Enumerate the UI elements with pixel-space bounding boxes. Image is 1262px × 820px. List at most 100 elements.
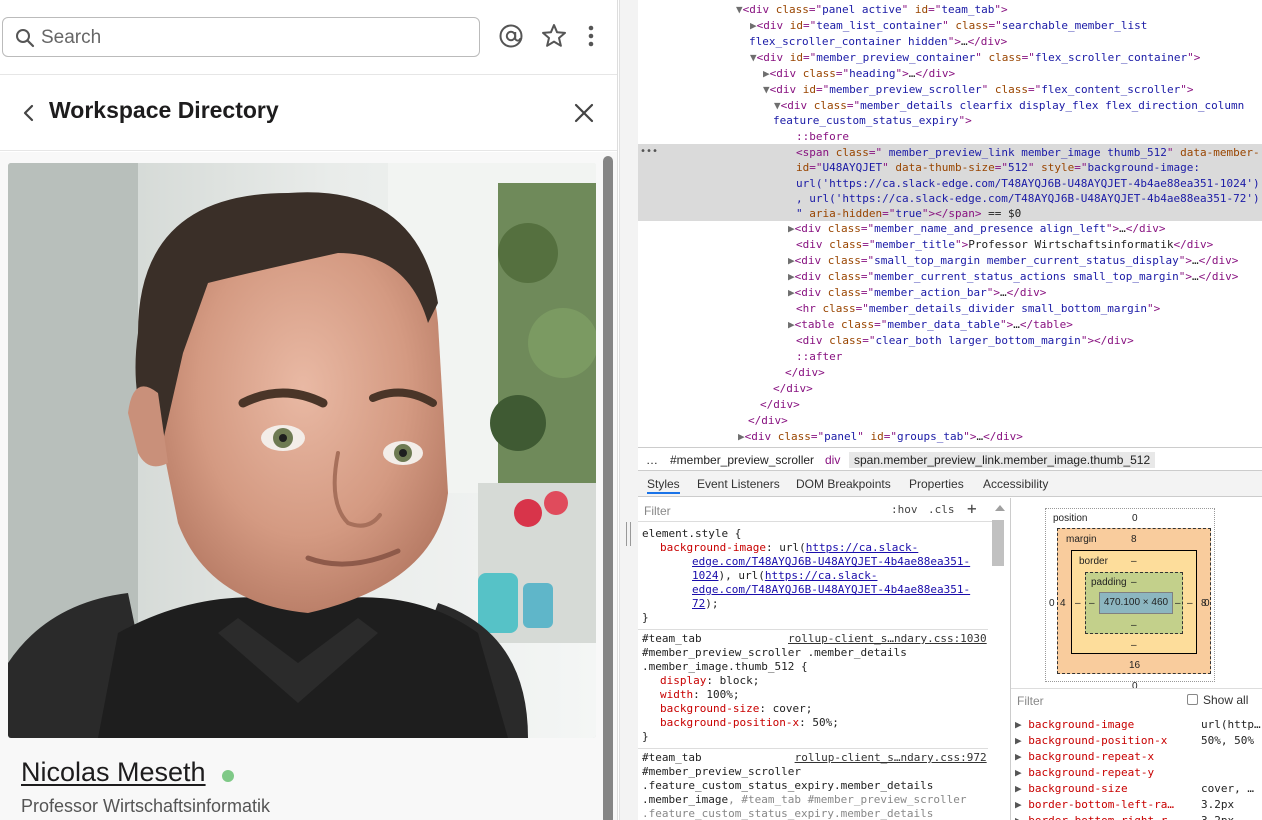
computed-property[interactable]: ▶ background-repeat-x: [1015, 749, 1261, 765]
dom-node-line[interactable]: id="U48AYQJET" data-thumb-size="512" sty…: [796, 160, 1200, 176]
back-chevron-icon[interactable]: [20, 103, 38, 123]
expand-triangle-icon[interactable]: ▶: [788, 270, 795, 283]
expand-triangle-icon[interactable]: ▶: [1015, 718, 1028, 731]
dom-node-line[interactable]: <hr class="member_details_divider small_…: [796, 301, 1160, 317]
dom-node-line[interactable]: feature_custom_status_expiry">: [773, 113, 972, 129]
splitter-grip[interactable]: [626, 522, 631, 546]
scrollbar-thumb[interactable]: [603, 156, 613, 820]
mentions-icon[interactable]: [497, 22, 525, 50]
tab-dom-breakpoints[interactable]: DOM Breakpoints: [796, 476, 891, 494]
dom-node-line[interactable]: ▶<div class="member_action_bar">…</div>: [788, 285, 1046, 301]
style-line: .feature_custom_status_expiry.member_det…: [642, 779, 934, 792]
star-icon[interactable]: [540, 22, 568, 50]
expand-triangle-icon[interactable]: ▶: [738, 430, 745, 443]
expand-triangle-icon[interactable]: ▶: [1015, 750, 1028, 763]
expand-triangle-icon[interactable]: ▶: [788, 254, 795, 267]
elements-dom-tree[interactable]: ••• ▼<div class="panel active" id="team_…: [638, 0, 1262, 446]
dom-node-line[interactable]: ▶<div class="member_name_and_presence al…: [788, 221, 1166, 237]
dom-node-line[interactable]: ▶<div class="heading">…</div>: [763, 66, 955, 82]
dom-node-line[interactable]: ▶<div class="member_current_status_actio…: [788, 269, 1238, 285]
dom-node-line[interactable]: ▶<div class="panel" id="groups_tab">…</d…: [738, 429, 1023, 445]
expand-triangle-icon[interactable]: ▶: [763, 67, 770, 80]
styles-filter-bar: :hov .cls +: [638, 498, 992, 522]
dom-node-line[interactable]: ▼<div id="member_preview_scroller" class…: [763, 82, 1194, 98]
styles-filter-input[interactable]: [644, 503, 874, 519]
dom-node-line[interactable]: url('https://ca.slack-edge.com/T48AYQJ6B…: [796, 176, 1260, 192]
tab-styles[interactable]: Styles: [647, 476, 680, 494]
expand-triangle-icon[interactable]: ▶: [1015, 734, 1028, 747]
computed-property[interactable]: ▶ border-bottom-right-r…3.2px: [1015, 813, 1261, 820]
dom-node-line[interactable]: <div class="clear_both larger_bottom_mar…: [796, 333, 1134, 349]
box-model-pane: 470.100 × 460 position 0 0 0 0 margin 8 …: [1010, 498, 1262, 820]
tab-properties[interactable]: Properties: [909, 476, 964, 494]
breadcrumb-ellipsis[interactable]: …: [646, 452, 658, 468]
dom-node-line[interactable]: , url('https://ca.slack-edge.com/T48AYQJ…: [796, 191, 1260, 207]
computed-property[interactable]: ▶ background-position-x 50%, 50%: [1015, 733, 1261, 749]
expand-triangle-icon[interactable]: ▶: [1015, 814, 1028, 820]
dom-node-line[interactable]: </div>: [748, 413, 788, 429]
dom-node-line[interactable]: ▶<table class="member_data_table">…</tab…: [788, 317, 1073, 333]
breadcrumb-div[interactable]: div: [825, 452, 840, 468]
expand-triangle-icon[interactable]: ▶: [1015, 782, 1028, 795]
dom-node-line[interactable]: </div>: [773, 381, 813, 397]
dom-node-line[interactable]: ::after: [796, 349, 842, 365]
close-icon[interactable]: [573, 102, 595, 124]
computed-property[interactable]: ▶ background-size cover, …: [1015, 781, 1261, 797]
show-all-checkbox[interactable]: [1187, 694, 1198, 705]
dom-node-line[interactable]: ▼<div class="panel active" id="team_tab"…: [736, 2, 1008, 18]
dom-node-line[interactable]: ::before: [796, 129, 849, 145]
dom-node-line[interactable]: <span class=" member_preview_link member…: [796, 145, 1260, 161]
padding-bottom-value: –: [1131, 620, 1137, 631]
expand-triangle-icon[interactable]: ▶: [788, 222, 795, 235]
member-name[interactable]: Nicolas Meseth: [21, 757, 206, 788]
computed-filter-input[interactable]: [1017, 693, 1167, 709]
expand-triangle-icon[interactable]: ▶: [1015, 766, 1028, 779]
style-line: #team_tab rollup-client_s…ndary.css:972: [642, 751, 987, 765]
computed-property[interactable]: ▶ border-bottom-left-ra… 3.2px: [1015, 797, 1261, 813]
dom-node-line[interactable]: </div>: [760, 397, 800, 413]
scroll-up-arrow-icon[interactable]: [995, 505, 1005, 511]
tab-event-listeners[interactable]: Event Listeners: [697, 476, 780, 494]
member-title: Professor Wirtschaftsinformatik: [21, 796, 271, 816]
stylesheet-source-link[interactable]: rollup-client_s…ndary.css:1030: [788, 632, 987, 646]
tab-accessibility[interactable]: Accessibility: [983, 476, 1048, 494]
search-input[interactable]: [41, 26, 461, 50]
node-actions-ellipsis[interactable]: •••: [640, 146, 658, 157]
breadcrumb-span-selected[interactable]: span.member_preview_link.member_image.th…: [849, 452, 1156, 468]
collapse-triangle-icon[interactable]: ▼: [736, 3, 743, 16]
computed-property[interactable]: ▶ background-image url(http…: [1015, 717, 1261, 733]
computed-property[interactable]: ▶ background-repeat-y: [1015, 765, 1261, 781]
member-preview-scroller[interactable]: Nicolas Meseth Professor Wirtschaftsinfo…: [0, 152, 617, 820]
devtools-splitter[interactable]: [619, 0, 638, 820]
search-bar[interactable]: [2, 17, 480, 57]
style-line: .member_image, #team_tab #member_preview…: [642, 793, 967, 806]
dom-node-line[interactable]: <div class="member_title">Professor Wirt…: [796, 237, 1213, 253]
expand-triangle-icon[interactable]: ▶: [788, 318, 795, 331]
dom-node-line[interactable]: ▼<div id="member_preview_container" clas…: [750, 50, 1200, 66]
computed-styles: Show all ▶ background-imageurl(http…▶ ba…: [1011, 688, 1262, 820]
style-line: edge.com/T48AYQJ6B-U48AYQJET-4b4ae88ea35…: [692, 555, 971, 568]
member-profile-photo[interactable]: [8, 163, 596, 738]
dom-node-line[interactable]: flex_scroller_container hidden">…</div>: [749, 34, 1007, 50]
collapse-triangle-icon[interactable]: ▼: [774, 99, 781, 112]
rule-separator: [638, 629, 988, 630]
expand-triangle-icon[interactable]: ▶: [788, 286, 795, 299]
dom-node-line[interactable]: ▶<div id="team_list_container" class="se…: [750, 18, 1147, 34]
collapse-triangle-icon[interactable]: ▼: [763, 83, 770, 96]
collapse-triangle-icon[interactable]: ▼: [750, 51, 757, 64]
dom-node-line[interactable]: " aria-hidden="true"></span> == $0: [796, 206, 1021, 222]
margin-label: margin: [1066, 534, 1097, 545]
dom-node-line[interactable]: ▼<div class="member_details clearfix dis…: [774, 98, 1244, 114]
stylesheet-source-link[interactable]: rollup-client_s…ndary.css:972: [795, 751, 987, 765]
expand-triangle-icon[interactable]: ▶: [750, 19, 757, 32]
dom-node-line[interactable]: </div>: [785, 365, 825, 381]
hov-toggle[interactable]: :hov: [891, 503, 918, 516]
breadcrumb-scroller[interactable]: #member_preview_scroller: [670, 452, 814, 468]
show-all-label[interactable]: Show all: [1203, 693, 1248, 707]
new-style-rule-button[interactable]: +: [967, 499, 977, 518]
cls-toggle[interactable]: .cls: [928, 503, 955, 516]
styles-scrollbar-thumb[interactable]: [992, 520, 1004, 566]
more-vertical-icon[interactable]: [577, 22, 605, 50]
expand-triangle-icon[interactable]: ▶: [1015, 798, 1028, 811]
dom-node-line[interactable]: ▶<div class="small_top_margin member_cur…: [788, 253, 1238, 269]
